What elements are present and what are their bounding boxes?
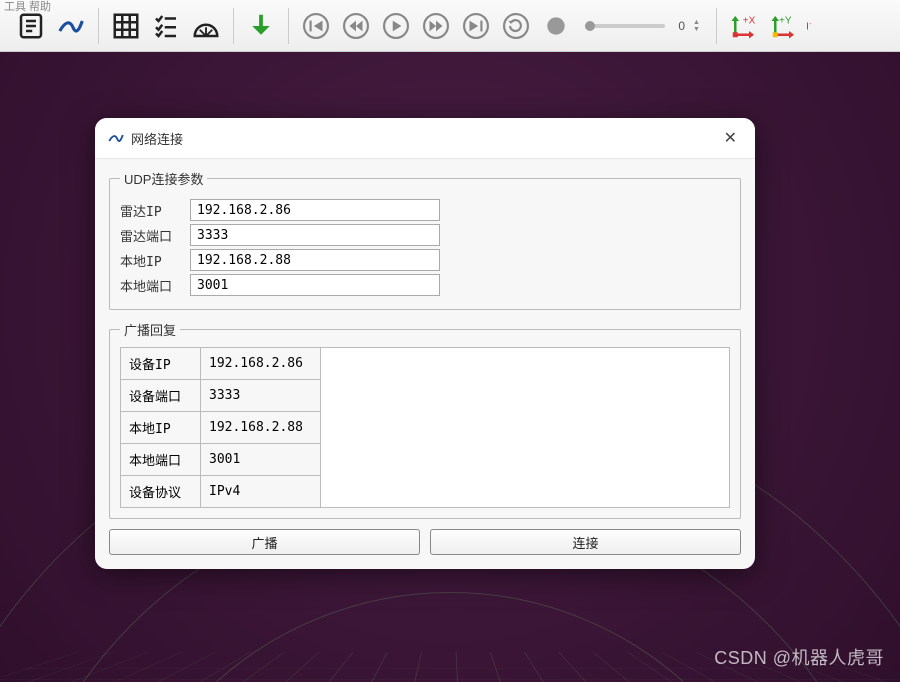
checklist-icon[interactable] xyxy=(147,7,185,45)
watermark: CSDN @机器人虎哥 xyxy=(714,644,884,670)
radar-port-label: 雷达端口 xyxy=(120,226,190,245)
toolbar-group-view xyxy=(101,0,231,51)
network-dialog: 网络连接 ✕ UDP连接参数 雷达IP 雷达端口 本地IP 本地端口 广播 xyxy=(95,118,755,569)
axis-y-icon[interactable]: +Y xyxy=(765,7,803,45)
svg-text:+Y: +Y xyxy=(779,15,792,26)
dialog-titlebar[interactable]: 网络连接 ✕ xyxy=(95,118,755,159)
cell-label: 设备协议 xyxy=(121,476,201,508)
toolbar-group-download xyxy=(236,0,286,51)
fast-forward-icon[interactable] xyxy=(417,7,455,45)
toolbar-group-axes: +X +Y + xyxy=(719,0,823,51)
reply-table: 设备IP 192.168.2.86 设备端口 3333 本地IP 192.168… xyxy=(120,347,730,508)
cell-value: IPv4 xyxy=(201,476,321,508)
local-ip-label: 本地IP xyxy=(120,251,190,270)
cell-label: 设备端口 xyxy=(121,380,201,412)
broadcast-button[interactable]: 广播 xyxy=(109,529,420,555)
download-icon[interactable] xyxy=(242,7,280,45)
dialog-buttons: 广播 连接 xyxy=(109,529,741,555)
reply-legend: 广播回复 xyxy=(120,320,180,339)
main-toolbar: 工具 帮助 0 xyxy=(0,0,900,52)
rewind-icon[interactable] xyxy=(337,7,375,45)
cell-label: 本地端口 xyxy=(121,444,201,476)
table-row: 设备IP 192.168.2.86 xyxy=(121,348,730,380)
dialog-body: UDP连接参数 雷达IP 雷达端口 本地IP 本地端口 广播回复 xyxy=(95,159,755,569)
logo-swoosh-icon[interactable] xyxy=(52,7,90,45)
cell-label: 设备IP xyxy=(121,348,201,380)
broadcast-reply-group: 广播回复 设备IP 192.168.2.86 设备端口 3333 本地IP 19… xyxy=(109,320,741,519)
axis-extra-icon[interactable]: + xyxy=(805,7,817,45)
playback-slider-wrap: 0 ▲▼ xyxy=(577,19,708,33)
close-icon[interactable]: ✕ xyxy=(718,126,743,150)
udp-legend: UDP连接参数 xyxy=(120,169,207,188)
slider-value: 0 xyxy=(671,19,685,33)
radar-port-input[interactable] xyxy=(190,224,440,246)
slider-stepper[interactable]: ▲▼ xyxy=(693,19,700,33)
toolbar-group-media: 0 ▲▼ xyxy=(291,0,714,51)
record-icon[interactable] xyxy=(537,7,575,45)
cell-empty xyxy=(321,348,730,508)
toolbar-separator xyxy=(98,8,99,44)
cell-value: 192.168.2.88 xyxy=(201,412,321,444)
cell-value: 3001 xyxy=(201,444,321,476)
skip-back-icon[interactable] xyxy=(297,7,335,45)
toolbar-separator xyxy=(716,8,717,44)
cell-value: 3333 xyxy=(201,380,321,412)
svg-text:+: + xyxy=(809,21,812,26)
dialog-logo-icon xyxy=(107,129,125,147)
toolbar-separator xyxy=(233,8,234,44)
dialog-title: 网络连接 xyxy=(131,129,718,148)
axis-x-icon[interactable]: +X xyxy=(725,7,763,45)
grid-icon[interactable] xyxy=(107,7,145,45)
cell-value: 192.168.2.86 xyxy=(201,348,321,380)
local-port-input[interactable] xyxy=(190,274,440,296)
protractor-icon[interactable] xyxy=(187,7,225,45)
toolbar-separator xyxy=(288,8,289,44)
playback-slider[interactable] xyxy=(585,24,665,28)
local-port-label: 本地端口 xyxy=(120,276,190,295)
skip-forward-icon[interactable] xyxy=(457,7,495,45)
connect-button[interactable]: 连接 xyxy=(430,529,741,555)
svg-text:+X: +X xyxy=(743,15,756,26)
play-icon[interactable] xyxy=(377,7,415,45)
local-ip-input[interactable] xyxy=(190,249,440,271)
udp-params-group: UDP连接参数 雷达IP 雷达端口 本地IP 本地端口 xyxy=(109,169,741,310)
refresh-icon[interactable] xyxy=(497,7,535,45)
cell-label: 本地IP xyxy=(121,412,201,444)
radar-ip-input[interactable] xyxy=(190,199,440,221)
menu-remnant: 工具 帮助 xyxy=(4,0,51,14)
radar-ip-label: 雷达IP xyxy=(120,201,190,220)
